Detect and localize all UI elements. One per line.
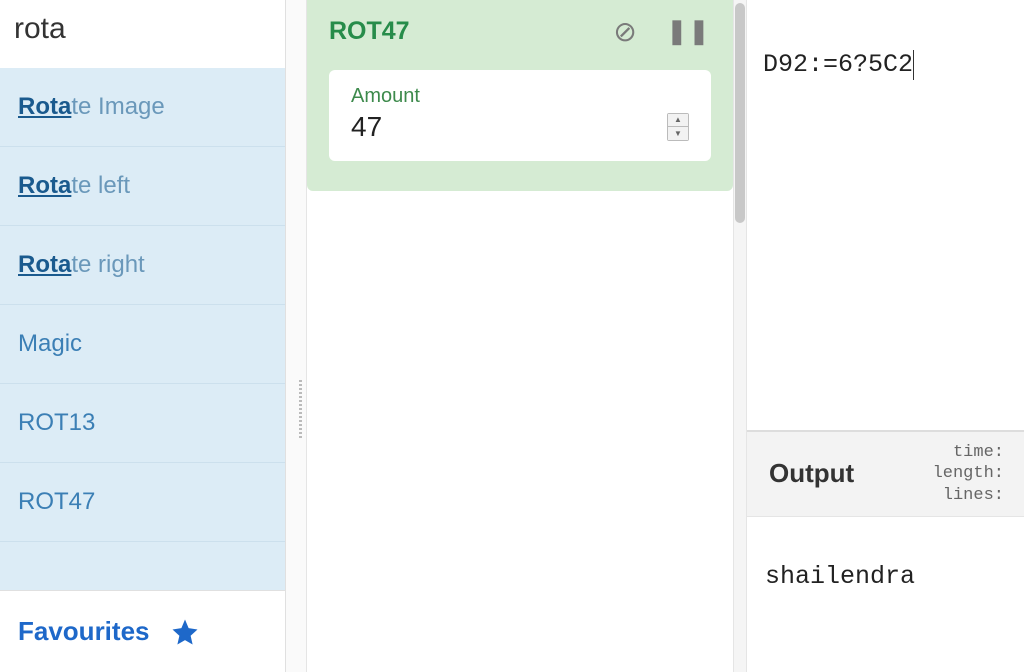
stat-length-label: length:: [933, 463, 1004, 484]
argument-label: Amount: [351, 85, 689, 108]
op-item-rotate-image[interactable]: Rotate Image: [0, 68, 285, 147]
input-text: D92:=6?5C2: [763, 50, 914, 80]
op-match-prefix: Rota: [18, 251, 71, 278]
op-match-prefix: Rota: [18, 172, 71, 199]
operations-list: Rotate Image Rotate left Rotate right Ma…: [0, 68, 285, 590]
operation-card-header: ROT47 ⊘ ❚❚: [307, 0, 733, 60]
operation-card-rot47: ROT47 ⊘ ❚❚ Amount ▲ ▼: [307, 0, 733, 191]
output-title: Output: [769, 458, 854, 489]
output-text: shailendra: [765, 562, 1006, 591]
op-item-rotate-left[interactable]: Rotate left: [0, 147, 285, 226]
stepper-up-button[interactable]: ▲: [668, 114, 688, 127]
op-item-rotate-right[interactable]: Rotate right: [0, 226, 285, 305]
stepper-down-button[interactable]: ▼: [668, 127, 688, 140]
argument-row: ▲ ▼: [351, 111, 689, 143]
amount-input[interactable]: [351, 111, 551, 143]
pause-icon[interactable]: ❚❚: [667, 17, 711, 46]
op-item-rot47[interactable]: ROT47: [0, 463, 285, 542]
input-pane[interactable]: D92:=6?5C2: [747, 0, 1024, 430]
favourites-section[interactable]: Favourites: [0, 590, 285, 672]
op-match-rest: te right: [71, 251, 144, 278]
recipe-scrollbar[interactable]: [734, 0, 746, 672]
recipe-body: ROT47 ⊘ ❚❚ Amount ▲ ▼: [306, 0, 734, 672]
op-label: ROT47: [18, 488, 95, 515]
op-match-rest: te Image: [71, 93, 164, 120]
disable-icon[interactable]: ⊘: [613, 15, 636, 48]
output-pane: shailendra: [747, 517, 1024, 672]
op-item-magic[interactable]: Magic: [0, 305, 285, 384]
op-match-rest: te left: [71, 172, 130, 199]
op-label: ROT13: [18, 409, 95, 436]
search-input[interactable]: [14, 12, 271, 46]
operations-sidebar: Rotate Image Rotate left Rotate right Ma…: [0, 0, 286, 672]
stat-lines-label: lines:: [933, 485, 1004, 506]
operation-controls: ⊘ ❚❚: [613, 15, 711, 48]
star-icon: [170, 617, 200, 647]
op-item-rot13[interactable]: ROT13: [0, 384, 285, 463]
operation-title: ROT47: [329, 17, 410, 46]
recipe-dropzone[interactable]: [307, 191, 733, 672]
output-header: Output time: length: lines:: [747, 430, 1024, 517]
panel-gutter[interactable]: [286, 0, 306, 672]
output-stats: time: length: lines:: [933, 442, 1004, 506]
op-match-prefix: Rota: [18, 93, 71, 120]
argument-box: Amount ▲ ▼: [329, 70, 711, 161]
io-panel: D92:=6?5C2 Output time: length: lines: s…: [746, 0, 1024, 672]
favourites-label: Favourites: [18, 616, 150, 647]
stat-time-label: time:: [933, 442, 1004, 463]
recipe-panel: ROT47 ⊘ ❚❚ Amount ▲ ▼: [286, 0, 746, 672]
op-label: Magic: [18, 330, 82, 357]
search-container: [0, 0, 285, 68]
amount-stepper: ▲ ▼: [667, 113, 689, 141]
